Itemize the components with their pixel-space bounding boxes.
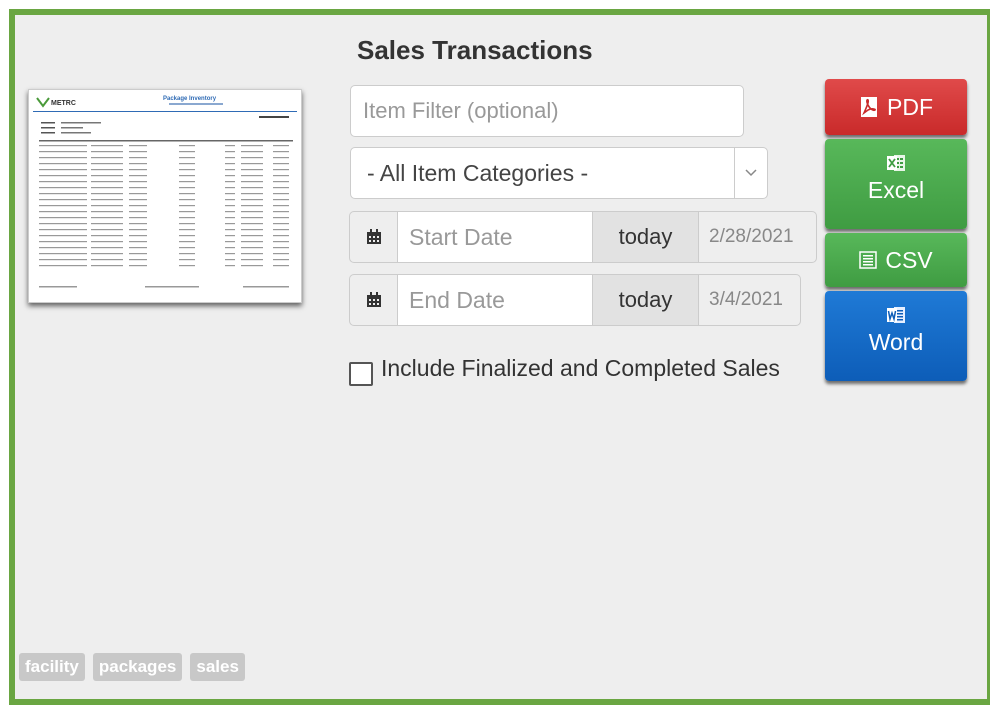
include-finalized-row: Include Finalized and Completed Sales [349, 350, 780, 386]
word-button[interactable]: Word [825, 291, 967, 381]
tag-packages[interactable]: packages [92, 653, 183, 681]
item-category-selected: - All Item Categories - [367, 159, 589, 186]
tag-facility[interactable]: facility [19, 653, 85, 681]
start-date-value: 2/28/2021 [699, 211, 817, 263]
report-card: Sales Transactions METRC Package Invento… [9, 9, 990, 705]
end-date-today-button[interactable]: today [593, 274, 699, 326]
end-date-input[interactable]: End Date [397, 274, 593, 326]
report-preview-thumbnail[interactable]: METRC Package Inventory [28, 89, 302, 303]
thumbnail-logo: METRC [51, 100, 76, 107]
pdf-button[interactable]: PDF [825, 79, 967, 135]
start-date-input[interactable]: Start Date [397, 211, 593, 263]
start-date-group: Start Date today 2/28/2021 [349, 211, 817, 263]
calendar-icon[interactable] [349, 274, 397, 326]
tag-sales[interactable]: sales [190, 653, 245, 681]
end-date-value: 3/4/2021 [699, 274, 801, 326]
chevron-down-icon[interactable] [734, 148, 767, 198]
csv-icon [859, 251, 878, 269]
word-icon [887, 307, 905, 323]
pdf-button-label: PDF [887, 93, 933, 120]
start-date-today-button[interactable]: today [593, 211, 699, 263]
item-category-select[interactable]: - All Item Categories - [350, 147, 768, 199]
csv-button[interactable]: CSV [825, 233, 967, 287]
word-button-label: Word [868, 329, 924, 355]
end-date-group: End Date today 3/4/2021 [349, 274, 801, 326]
include-finalized-checkbox[interactable] [349, 362, 373, 386]
page-title: Sales Transactions [357, 35, 593, 65]
calendar-icon[interactable] [349, 211, 397, 263]
item-filter-field[interactable] [350, 85, 744, 137]
thumbnail-heading: Package Inventory [163, 96, 217, 102]
excel-button-label: Excel [867, 177, 925, 203]
include-finalized-label[interactable]: Include Finalized and Completed Sales [381, 355, 780, 382]
item-filter-input[interactable] [351, 86, 743, 136]
csv-button-label: CSV [885, 246, 933, 273]
report-preview-image: METRC Package Inventory [29, 90, 301, 302]
pdf-icon [861, 97, 877, 117]
tag-list: facility packages sales [19, 653, 245, 681]
excel-icon [887, 155, 905, 171]
excel-button[interactable]: Excel [825, 139, 967, 229]
